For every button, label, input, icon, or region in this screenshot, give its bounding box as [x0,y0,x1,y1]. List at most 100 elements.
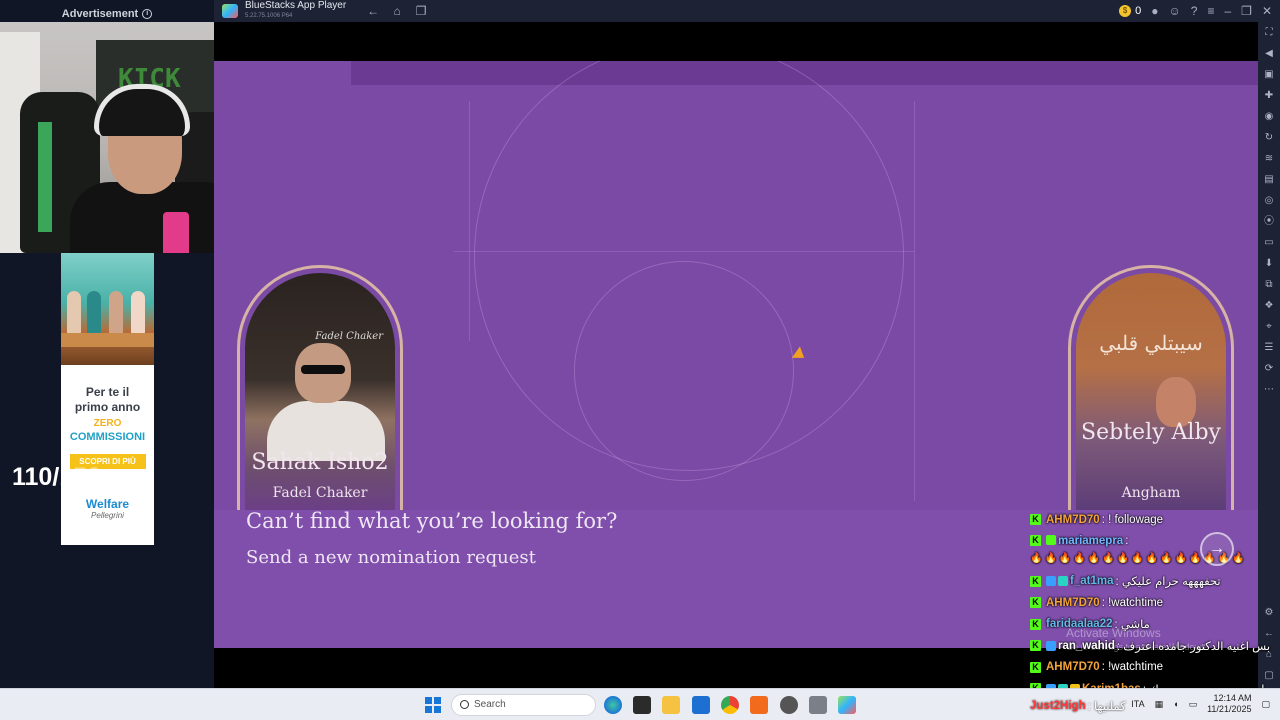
coin-count: 0 [1135,5,1142,17]
song-card-sahak-isho2[interactable]: Fadel Chaker Sahak Isho2 Fadel Chaker [237,265,403,510]
apk-install-icon[interactable]: ⬇ [1258,253,1280,274]
macro-icon[interactable]: ◉ [1258,106,1280,127]
chrome-icon[interactable] [721,696,739,714]
ad-brand: Welfare [85,497,130,511]
layers-icon[interactable]: ☰ [1258,337,1280,358]
chat-text: : بس اغنيه الدكتور جامده اعترف [1116,640,1271,653]
fire-emojis: 🔥🔥🔥🔥🔥🔥🔥🔥🔥🔥🔥🔥🔥🔥🔥 [1030,553,1247,564]
chat-message: K f_at1ma : تحفهههه حرام عليكي [1030,571,1280,593]
info-icon[interactable]: i [142,9,153,19]
clock-date: 11/21/2025 [1207,704,1252,714]
file-explorer-icon[interactable] [662,696,680,714]
language-indicator[interactable]: ITA [1131,699,1144,709]
kick-badge-icon: K [1030,597,1041,609]
more-icon[interactable]: ⋯ [1258,379,1280,400]
search-placeholder: Search [474,699,506,710]
bluestacks-titlebar: BlueStacks App Player 5.22.75.1006 P64 ←… [214,0,1280,22]
chat-text: : كملتيها [1087,701,1126,713]
ad-table [61,333,154,347]
vip-badge-icon [1046,640,1056,651]
screenshot-icon[interactable]: ◎ [1258,190,1280,211]
ad-commissions: COMMISSIONI [69,431,146,443]
chat-message: K faridaalaa22 : ماشي [1030,614,1280,636]
ad-banner[interactable]: Per te il primo anno ZERO COMMISSIONI SC… [61,253,154,545]
chat-message: K ran_wahid : بس اغنيه الدكتور جامده اعت… [1030,635,1280,657]
eco-mode-icon[interactable]: ❖ [1258,295,1280,316]
card-sunglasses [301,365,345,374]
clock[interactable]: 12:14 AM 11/21/2025 [1207,693,1251,715]
chat-message: Just2High : كملتيها [1030,699,1126,713]
ad-person [67,291,81,335]
ad-person [87,291,101,335]
outlook-icon[interactable] [692,696,710,714]
notification-icon[interactable]: ▢ [1261,699,1270,710]
ad-header-label: Advertisement [61,8,139,20]
decor-line [914,101,915,501]
chat-text: : ! followage [1101,513,1164,526]
card-title: Sebtely Alby [1081,420,1221,445]
app-icon[interactable] [780,696,798,714]
multi-instance-icon[interactable]: ❐ [414,4,428,18]
chat-username[interactable]: f_at1ma [1070,575,1113,587]
rotate-icon[interactable]: ↻ [1258,127,1280,148]
notification-bell-icon[interactable]: ● [1151,4,1158,18]
ad-person [131,291,145,335]
record-icon[interactable]: ⦿ [1258,211,1280,232]
bluestacks-title-block: BlueStacks App Player 5.22.75.1006 P64 [245,1,346,21]
minimize-icon[interactable]: – [1224,4,1231,18]
keyboard-controls-icon[interactable]: ▣ [1258,64,1280,85]
restore-icon[interactable]: ❐ [1241,4,1252,18]
store-icon[interactable] [633,696,651,714]
help-icon[interactable]: ? [1191,4,1198,18]
cant-find-heading: Can’t find what you’re looking for? [246,509,618,533]
edge-icon[interactable] [604,696,622,714]
gamepad-icon[interactable]: ✚ [1258,85,1280,106]
fullscreen-icon[interactable]: ⛶ [1258,22,1280,43]
close-icon[interactable]: ✕ [1262,4,1272,18]
coin-icon[interactable]: $ [1119,5,1132,17]
app-icon[interactable] [750,696,768,714]
score-current: 110/ [12,463,60,491]
sync-icon[interactable]: ⟳ [1258,358,1280,379]
home-icon[interactable]: ⌂ [390,4,404,18]
card-signature: Fadel Chaker [315,331,383,342]
decor-line [454,251,914,252]
windows-start-icon[interactable] [425,697,441,713]
media-folder-icon[interactable]: ▭ [1258,232,1280,253]
chat-username[interactable]: mariamepra [1058,535,1123,547]
chat-username[interactable]: ran_wahid [1058,640,1115,652]
network-icon[interactable]: ▦ [1155,699,1164,710]
chat-username[interactable]: faridaalaa22 [1046,618,1113,630]
kick-badge-icon: K [1030,618,1041,630]
card-arabic-title: سيبتلي قلبي [1099,331,1203,355]
menu-icon[interactable]: ≡ [1207,4,1214,18]
chat-message: K AHM7D70 : ! followage [1030,509,1280,531]
chat-username[interactable]: Just2High [1030,700,1086,712]
search-icon [460,700,469,709]
volume-icon[interactable]: ◀ [1258,43,1280,64]
chat-message: K AHM7D70 : !watchtime [1030,592,1280,614]
song-card-sebtely-alby[interactable]: سيبتلي قلبي Sebtely Alby Angham [1068,265,1234,510]
taskbar-search-input[interactable]: Search [451,694,596,716]
send-nomination-link[interactable]: Send a new nomination request [246,547,536,568]
ad-zero: ZERO [93,418,122,429]
chat-next-arrow-icon[interactable]: → [1200,532,1234,566]
location-icon[interactable]: ⌖ [1258,316,1280,337]
multi-instance-sync-icon[interactable]: ⧉ [1258,274,1280,295]
chat-username[interactable]: AHM7D70 [1046,514,1100,526]
performance-icon[interactable]: ▤ [1258,169,1280,190]
shake-icon[interactable]: ≋ [1258,148,1280,169]
bluestacks-taskbar-icon[interactable] [838,696,856,714]
card-artist: Angham [1121,485,1181,501]
back-arrow-icon[interactable]: ← [366,4,380,18]
titlebar-controls: $ 0 ● ☺ ? ≡ – ❐ ✕ [1119,0,1272,22]
account-icon[interactable]: ☺ [1169,4,1181,18]
speaker-icon[interactable]: ◖ [1173,699,1178,709]
webcam-bottle [163,212,189,253]
chat-username[interactable]: AHM7D70 [1046,661,1100,673]
window-title: BlueStacks App Player [245,0,347,11]
battery-icon[interactable]: ▭ [1189,699,1198,710]
chat-username[interactable]: AHM7D70 [1046,597,1100,609]
settings-app-icon[interactable] [809,696,827,714]
vip-badge-icon [1046,576,1056,587]
